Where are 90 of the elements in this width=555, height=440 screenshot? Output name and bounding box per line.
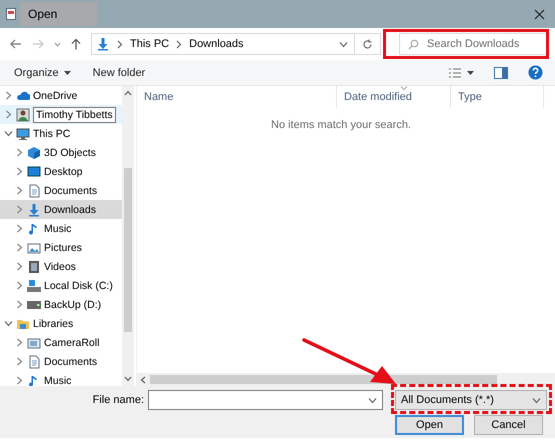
close-icon xyxy=(534,8,545,20)
file-name-field[interactable] xyxy=(148,390,383,410)
breadcrumb[interactable]: Downloads xyxy=(189,38,244,50)
chevron-down-icon[interactable] xyxy=(532,396,541,404)
search-icon xyxy=(408,38,419,50)
toolbar-button[interactable]: Organize xyxy=(10,64,75,82)
chevron-right-icon[interactable] xyxy=(16,205,22,214)
chevron-right-icon[interactable] xyxy=(16,243,22,252)
chevron-right-icon[interactable] xyxy=(16,262,22,271)
view-list-icon xyxy=(448,66,462,78)
window-title: Open xyxy=(20,2,98,26)
dialog-button[interactable]: Cancel xyxy=(474,415,543,435)
empty-message: No items match your search. xyxy=(271,119,411,131)
column-header[interactable]: Date modified xyxy=(337,86,451,108)
chevron-down-icon[interactable] xyxy=(4,320,12,327)
tree-item[interactable]: Local Disk (C:) xyxy=(0,276,122,295)
scrollbar-thumb[interactable] xyxy=(150,375,497,384)
tree-item[interactable]: Music xyxy=(0,219,122,238)
forward-arrow-icon xyxy=(32,39,44,49)
address-bar[interactable]: This PC Downloads xyxy=(91,33,356,55)
refresh-button[interactable] xyxy=(355,33,381,55)
chevron-up-icon xyxy=(124,90,132,96)
chevron-right-icon[interactable] xyxy=(16,224,22,233)
tree-item[interactable]: OneDrive xyxy=(0,86,122,105)
preview-pane-icon xyxy=(494,66,508,78)
download-arrow-icon xyxy=(96,37,110,51)
cube-icon xyxy=(27,146,41,160)
column-header[interactable]: Type xyxy=(451,86,544,108)
tree-item[interactable]: This PC xyxy=(0,124,122,143)
file-type-dropdown[interactable]: All Documents (*.*) xyxy=(395,390,547,410)
dialog-button[interactable]: Open xyxy=(395,415,464,435)
breadcrumb-separator-icon xyxy=(176,40,182,48)
system-drive-icon xyxy=(27,278,41,292)
vertical-scrollbar[interactable] xyxy=(122,86,134,386)
sort-indicator-icon xyxy=(400,86,408,90)
chevron-right-icon[interactable] xyxy=(16,300,22,309)
tree-item[interactable]: Videos xyxy=(0,257,122,276)
caret-icon xyxy=(467,70,474,74)
tree-item[interactable]: Timothy Tibbetts xyxy=(0,105,122,124)
refresh-icon xyxy=(362,38,374,50)
document-icon xyxy=(27,184,41,198)
scrollbar-thumb[interactable] xyxy=(124,168,132,332)
chevron-down-icon[interactable] xyxy=(339,40,348,48)
chevron-right-icon[interactable] xyxy=(16,281,22,290)
tree-item[interactable]: Libraries xyxy=(0,314,122,333)
chevron-right-icon[interactable] xyxy=(4,91,12,100)
tree-item[interactable]: BackUp (D:) xyxy=(0,295,122,314)
tree-item[interactable]: Documents xyxy=(0,181,122,200)
chevron-right-icon[interactable] xyxy=(4,110,12,119)
back-arrow-icon xyxy=(10,39,22,49)
tree-item[interactable]: CameraRoll xyxy=(0,333,122,352)
tree-item[interactable]: Downloads xyxy=(0,200,122,219)
chevron-right-icon[interactable] xyxy=(16,357,22,366)
download-arrow-icon xyxy=(27,202,41,216)
tree-item[interactable]: Pictures xyxy=(0,238,122,257)
toolbar-button[interactable]: New folder xyxy=(88,64,150,82)
person-icon xyxy=(16,108,30,122)
film-icon xyxy=(27,260,41,274)
chevron-right-icon[interactable] xyxy=(16,167,22,176)
help-icon xyxy=(528,65,543,80)
chevron-down-icon xyxy=(124,376,132,382)
document-icon xyxy=(27,354,41,368)
app-icon xyxy=(6,8,16,20)
chevron-right-icon[interactable] xyxy=(16,148,22,157)
tree-item[interactable]: Documents xyxy=(0,352,122,371)
column-header[interactable]: Name xyxy=(137,86,337,108)
caret-icon xyxy=(64,70,71,74)
tree-item[interactable]: 3D Objects xyxy=(0,143,122,162)
scroll-down-button[interactable] xyxy=(124,376,132,382)
chevron-left-icon xyxy=(140,376,146,384)
picture-icon xyxy=(27,240,41,254)
search-field[interactable]: Search Downloads xyxy=(399,33,549,55)
breadcrumb-separator-icon xyxy=(117,40,123,48)
back-button[interactable] xyxy=(8,37,24,51)
chevron-right-icon[interactable] xyxy=(16,338,22,347)
tree-item[interactable]: Music xyxy=(0,371,122,386)
up-arrow-icon xyxy=(71,38,81,50)
chevron-right-icon[interactable] xyxy=(16,186,22,195)
field-label: File name: xyxy=(92,394,145,406)
breadcrumb[interactable]: This PC xyxy=(130,38,170,50)
chevron-down-icon[interactable] xyxy=(368,396,377,404)
photo-album-icon xyxy=(27,336,41,350)
chevron-down-icon[interactable] xyxy=(4,130,12,137)
up-button[interactable] xyxy=(69,36,83,52)
monitor-icon xyxy=(27,164,41,178)
horizontal-scrollbar[interactable] xyxy=(137,373,555,386)
chevron-right-icon[interactable] xyxy=(16,376,22,385)
computer-icon xyxy=(16,126,30,140)
tree-item[interactable]: Desktop xyxy=(0,162,122,181)
scroll-up-button[interactable] xyxy=(124,90,132,96)
